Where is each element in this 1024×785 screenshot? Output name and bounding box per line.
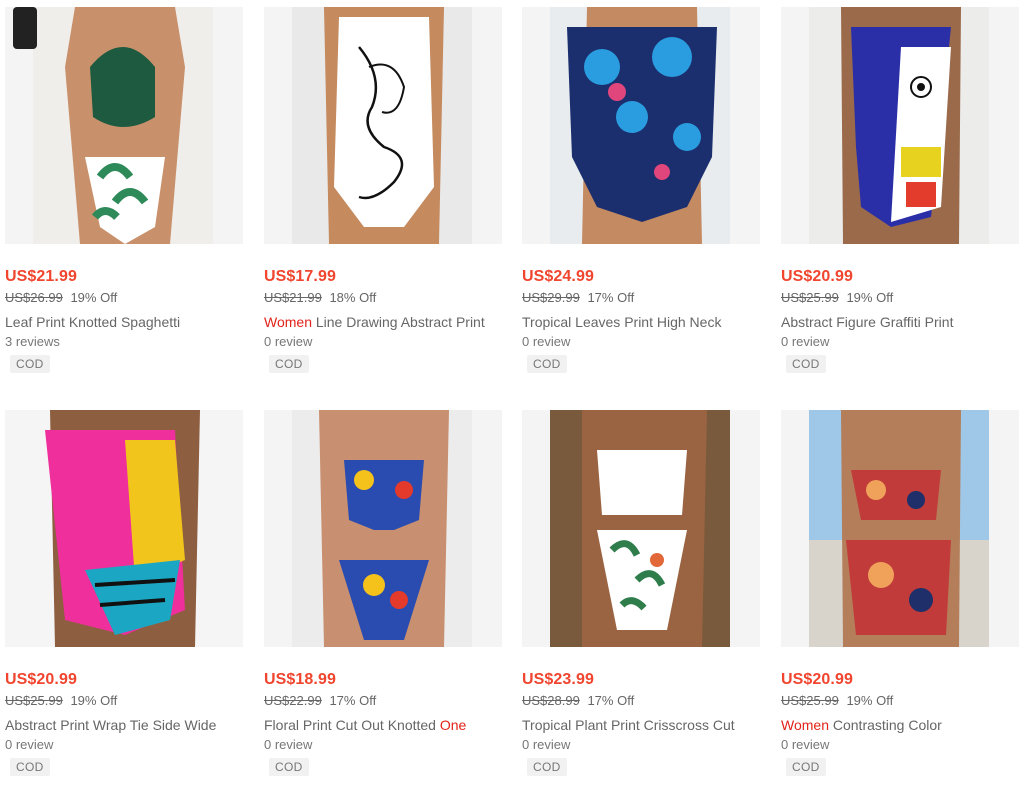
original-price: US$29.99 <box>522 290 580 305</box>
discount-label: 19% Off <box>846 290 894 305</box>
cod-badge: COD <box>527 355 567 373</box>
product-card[interactable]: US$20.99 US$25.99 19% Off Women Contrast… <box>781 410 1019 785</box>
review-count[interactable]: 0 review <box>5 737 53 752</box>
product-title[interactable]: Floral Print Cut Out Knotted One <box>264 717 502 733</box>
price-row: US$25.99 19% Off <box>5 693 117 708</box>
product-card[interactable]: US$23.99 US$28.99 17% Off Tropical Plant… <box>522 410 760 785</box>
price-row: US$25.99 19% Off <box>781 693 893 708</box>
original-price: US$21.99 <box>264 290 322 305</box>
product-card[interactable]: US$18.99 US$22.99 17% Off Floral Print C… <box>264 410 502 785</box>
product-title-text: Abstract Figure Graffiti Print <box>781 314 954 330</box>
product-grid: US$21.99 US$26.99 19% Off Leaf Print Kno… <box>0 0 1024 785</box>
product-photo-illustration <box>781 7 1019 244</box>
product-title-text: Tropical Plant Print Crisscross Cut <box>522 717 735 733</box>
cod-badge: COD <box>10 355 50 373</box>
price-row: US$26.99 19% Off <box>5 290 117 305</box>
product-image[interactable] <box>5 410 243 647</box>
product-photo-illustration <box>781 410 1019 647</box>
product-title-text: Leaf Print Knotted Spaghetti <box>5 314 181 330</box>
product-title[interactable]: Women Line Drawing Abstract Print <box>264 314 502 330</box>
product-image[interactable] <box>264 410 502 647</box>
product-price: US$18.99 <box>264 671 336 688</box>
cod-badge: COD <box>786 355 826 373</box>
original-price: US$25.99 <box>781 290 839 305</box>
review-count[interactable]: 0 review <box>264 334 312 349</box>
product-image[interactable] <box>5 7 243 244</box>
product-title[interactable]: Tropical Plant Print Crisscross Cut <box>522 717 760 733</box>
discount-label: 19% Off <box>70 290 118 305</box>
original-price: US$25.99 <box>5 693 63 708</box>
price-row: US$28.99 17% Off <box>522 693 634 708</box>
product-price: US$20.99 <box>781 268 853 285</box>
price-row: US$22.99 17% Off <box>264 693 376 708</box>
discount-label: 17% Off <box>587 290 635 305</box>
product-price: US$21.99 <box>5 268 77 285</box>
product-price: US$20.99 <box>5 671 77 688</box>
discount-label: 17% Off <box>587 693 635 708</box>
product-title[interactable]: Tropical Leaves Print High Neck <box>522 314 760 330</box>
title-highlight: One <box>439 717 467 733</box>
product-card[interactable]: US$24.99 US$29.99 17% Off Tropical Leave… <box>522 7 760 382</box>
product-title[interactable]: Women Contrasting Color <box>781 717 1019 733</box>
product-image[interactable] <box>264 7 502 244</box>
original-price: US$25.99 <box>781 693 839 708</box>
original-price: US$28.99 <box>522 693 580 708</box>
cod-badge: COD <box>10 758 50 776</box>
original-price: US$22.99 <box>264 693 322 708</box>
product-photo-illustration <box>264 410 502 647</box>
cod-badge: COD <box>269 355 309 373</box>
product-title[interactable]: Leaf Print Knotted Spaghetti <box>5 314 243 330</box>
discount-label: 18% Off <box>329 290 377 305</box>
product-title[interactable]: Abstract Print Wrap Tie Side Wide <box>5 717 243 733</box>
title-highlight: Women <box>264 314 312 330</box>
product-title-text: Abstract Print Wrap Tie Side Wide <box>5 717 217 733</box>
product-photo-illustration <box>264 7 502 244</box>
product-card[interactable]: US$20.99 US$25.99 19% Off Abstract Figur… <box>781 7 1019 382</box>
original-price: US$26.99 <box>5 290 63 305</box>
product-photo-illustration <box>5 410 243 647</box>
product-title-text: Tropical Leaves Print High Neck <box>522 314 722 330</box>
product-photo-illustration <box>5 7 243 244</box>
product-image[interactable] <box>781 7 1019 244</box>
product-card[interactable]: US$21.99 US$26.99 19% Off Leaf Print Kno… <box>5 7 243 382</box>
product-price: US$23.99 <box>522 671 594 688</box>
product-card[interactable]: US$20.99 US$25.99 19% Off Abstract Print… <box>5 410 243 785</box>
discount-label: 19% Off <box>70 693 118 708</box>
price-row: US$21.99 18% Off <box>264 290 376 305</box>
title-highlight: Women <box>781 717 829 733</box>
discount-label: 19% Off <box>846 693 894 708</box>
product-photo-illustration <box>522 410 760 647</box>
discount-label: 17% Off <box>329 693 377 708</box>
review-count[interactable]: 0 review <box>522 334 570 349</box>
product-image[interactable] <box>522 410 760 647</box>
product-price: US$24.99 <box>522 268 594 285</box>
product-title-text: Floral Print Cut Out Knotted <box>264 717 440 733</box>
product-image[interactable] <box>522 7 760 244</box>
review-count[interactable]: 0 review <box>522 737 570 752</box>
cod-badge: COD <box>786 758 826 776</box>
review-count[interactable]: 0 review <box>781 334 829 349</box>
review-count[interactable]: 0 review <box>781 737 829 752</box>
product-price: US$20.99 <box>781 671 853 688</box>
product-card[interactable]: US$17.99 US$21.99 18% Off Women Line Dra… <box>264 7 502 382</box>
product-title-text: Line Drawing Abstract Print <box>311 314 485 330</box>
product-photo-illustration <box>522 7 760 244</box>
product-title[interactable]: Abstract Figure Graffiti Print <box>781 314 1019 330</box>
product-image[interactable] <box>781 410 1019 647</box>
price-row: US$29.99 17% Off <box>522 290 634 305</box>
product-price: US$17.99 <box>264 268 336 285</box>
review-count[interactable]: 0 review <box>264 737 312 752</box>
review-count[interactable]: 3 reviews <box>5 334 60 349</box>
cod-badge: COD <box>269 758 309 776</box>
price-row: US$25.99 19% Off <box>781 290 893 305</box>
cod-badge: COD <box>527 758 567 776</box>
product-title-text: Contrasting Color <box>828 717 942 733</box>
